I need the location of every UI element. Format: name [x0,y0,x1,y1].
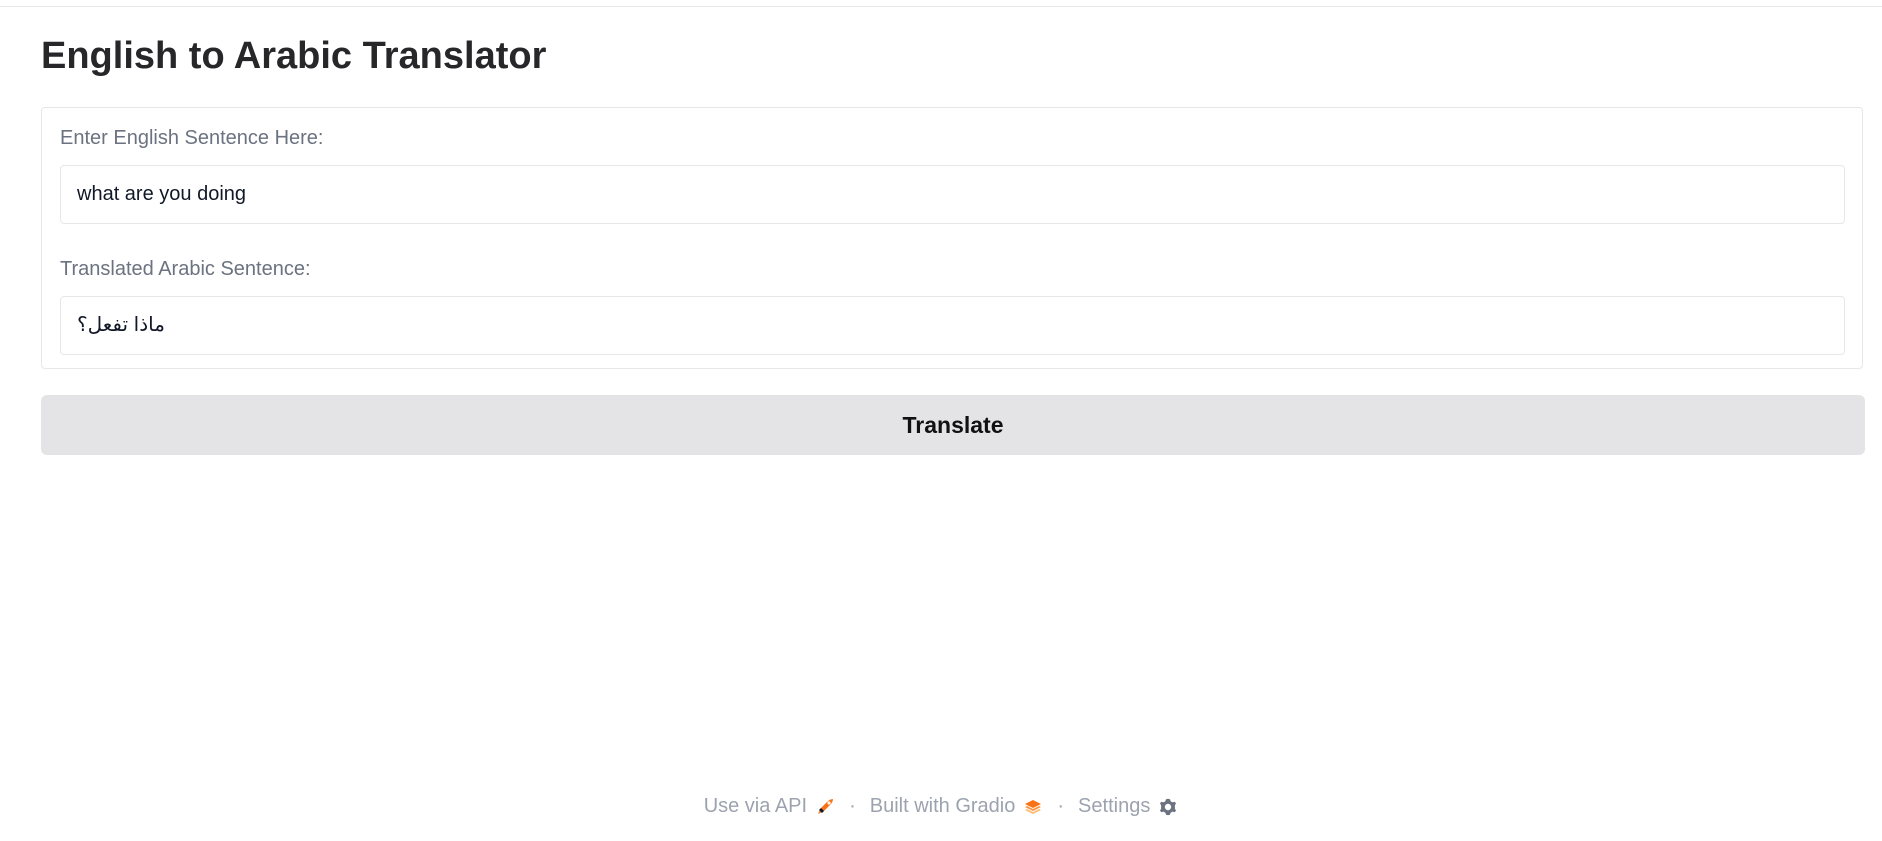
footer-separator: · [1057,795,1065,817]
arabic-translation-text: ماذا تفعل؟ [77,314,165,336]
settings-link[interactable]: Settings [1078,795,1178,818]
footer-separator: · [849,795,856,817]
built-with-gradio-link[interactable]: Built with Gradio [870,795,1044,818]
arabic-sentence-output[interactable]: ماذا تفعل؟ [60,296,1845,355]
use-api-link[interactable]: Use via API [704,795,835,818]
built-with-gradio-label: Built with Gradio [869,795,1016,817]
gear-icon [1160,798,1177,815]
rocket-icon [818,798,834,814]
english-input-label: Enter English Sentence Here: [60,127,324,149]
page-title: English to Arabic Translator [41,35,547,77]
english-sentence-input[interactable] [60,165,1845,224]
footer: Use via API · Built with Gradio · Settin… [0,795,1882,818]
use-api-label: Use via API [703,795,808,817]
arabic-output-label: Translated Arabic Sentence: [60,258,311,280]
translation-form-panel: Enter English Sentence Here: Translated … [41,107,1863,369]
gradio-logo-icon [1025,799,1042,814]
settings-label: Settings [1078,795,1151,817]
translate-button[interactable]: Translate [41,395,1865,455]
top-divider [0,6,1882,7]
